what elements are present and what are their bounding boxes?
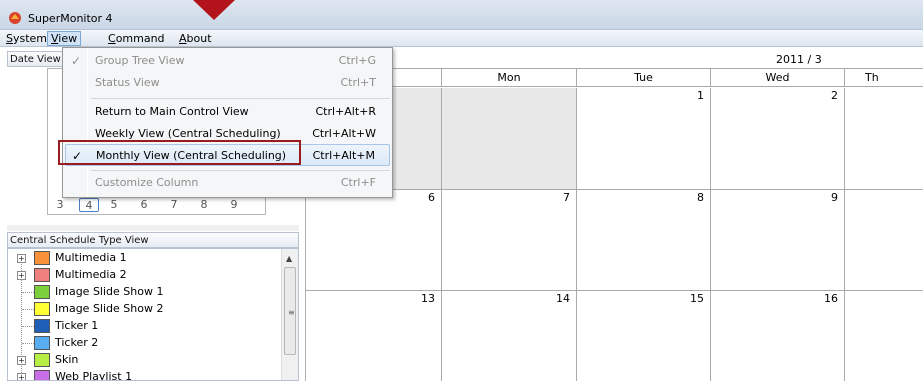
weekday-header-thu: Th: [845, 69, 923, 87]
monthly-calendar: 2011 / 3 Mon Tue Wed Th 1 2 6 7 8 9 13 1…: [305, 51, 923, 381]
tree-item-label: Multimedia 2: [55, 268, 127, 281]
calendar-day-cell[interactable]: 1: [577, 88, 711, 190]
menu-item-status-view[interactable]: Status View Ctrl+T: [63, 72, 392, 94]
color-swatch: [34, 268, 50, 282]
tree-item-label: Ticker 2: [55, 336, 99, 349]
tree-item-image-slide-show-1[interactable]: Image Slide Show 1: [8, 284, 278, 300]
calendar-day-cell[interactable]: [845, 291, 923, 381]
calendar-day-cell[interactable]: [845, 190, 923, 291]
weekday-header-tue: Tue: [577, 69, 711, 87]
tree-connector: [22, 343, 34, 344]
calendar-day-cell[interactable]: [442, 88, 577, 190]
tree-item-multimedia-2[interactable]: + Multimedia 2: [8, 267, 278, 283]
mini-calendar-day-today[interactable]: 4: [79, 198, 99, 212]
checkmark-icon: ✓: [71, 54, 82, 68]
tree-item-image-slide-show-2[interactable]: Image Slide Show 2: [8, 301, 278, 317]
menu-separator: [91, 98, 390, 99]
tree-connector: [22, 326, 34, 327]
menu-view[interactable]: View: [47, 31, 82, 46]
calendar-month-label: 2011 / 3: [306, 51, 923, 69]
app-logo-icon: [9, 12, 21, 24]
menu-system[interactable]: System: [3, 31, 50, 46]
mini-calendar-day[interactable]: 8: [194, 198, 214, 211]
menu-command[interactable]: Command: [105, 31, 168, 46]
tree-connector: [22, 309, 34, 310]
calendar-day-cell[interactable]: 9: [711, 190, 845, 291]
schedule-type-tree: + Multimedia 1 + Multimedia 2 Image Slid…: [7, 248, 299, 381]
mini-calendar-day[interactable]: 9: [224, 198, 244, 211]
mini-calendar-row: 3 4 5 6 7 8 9: [50, 198, 266, 214]
color-swatch: [34, 370, 50, 380]
pane-splitter[interactable]: [7, 225, 299, 231]
tree-item-label: Multimedia 1: [55, 251, 127, 264]
day-number: 9: [831, 191, 838, 204]
tree-item-ticker-2[interactable]: Ticker 2: [8, 335, 278, 351]
mini-calendar-day[interactable]: 3: [50, 198, 70, 211]
color-swatch: [34, 353, 50, 367]
title-bar: SuperMonitor 4: [0, 0, 923, 30]
calendar-day-cell[interactable]: 15: [577, 291, 711, 381]
calendar-day-cell[interactable]: 7: [442, 190, 577, 291]
view-menu-dropdown: ✓ Group Tree View Ctrl+G Status View Ctr…: [62, 47, 393, 198]
calendar-day-cell[interactable]: 13: [306, 291, 442, 381]
day-number: 7: [563, 191, 570, 204]
day-number: 13: [421, 292, 435, 305]
schedule-type-header: Central Schedule Type View: [7, 232, 299, 248]
calendar-day-cell[interactable]: [845, 88, 923, 190]
tree-item-multimedia-1[interactable]: + Multimedia 1: [8, 250, 278, 266]
callout-arrow-icon: [193, 0, 235, 20]
menu-about[interactable]: About: [176, 31, 215, 46]
weekday-header-wed: Wed: [711, 69, 845, 87]
expand-icon[interactable]: +: [17, 373, 26, 380]
tree-item-ticker-1[interactable]: Ticker 1: [8, 318, 278, 334]
day-number: 14: [556, 292, 570, 305]
day-number: 6: [428, 191, 435, 204]
menu-item-group-tree-view[interactable]: ✓ Group Tree View Ctrl+G: [63, 50, 392, 72]
tree-scrollbar[interactable]: ▲ ≡: [281, 249, 298, 380]
color-swatch: [34, 302, 50, 316]
mini-calendar-day[interactable]: 7: [164, 198, 184, 211]
menu-separator: [91, 170, 390, 171]
grip-icon: ≡: [288, 308, 295, 317]
scrollbar-thumb[interactable]: ≡: [284, 267, 296, 355]
day-number: 1: [697, 89, 704, 102]
calendar-day-cell[interactable]: 14: [442, 291, 577, 381]
tree-item-web-playlist-1[interactable]: + Web Playlist 1: [8, 369, 278, 381]
tree-item-label: Ticker 1: [55, 319, 99, 332]
tree-item-skin[interactable]: + Skin: [8, 352, 278, 368]
tree-item-label: Image Slide Show 2: [55, 302, 164, 315]
menu-item-return-main-control[interactable]: Return to Main Control View Ctrl+Alt+R: [63, 101, 392, 123]
expand-icon[interactable]: +: [17, 356, 26, 365]
mini-calendar-day[interactable]: 5: [104, 198, 124, 211]
calendar-day-cell[interactable]: 2: [711, 88, 845, 190]
highlight-annotation-box: [58, 140, 301, 165]
day-number: 2: [831, 89, 838, 102]
tree-item-label: Web Playlist 1: [55, 370, 133, 381]
menu-item-customize-column[interactable]: Customize Column Ctrl+F: [63, 172, 392, 194]
color-swatch: [34, 336, 50, 350]
calendar-day-cell[interactable]: 16: [711, 291, 845, 381]
tree-connector: [22, 292, 34, 293]
calendar-day-cell[interactable]: 8: [577, 190, 711, 291]
window-title: SuperMonitor 4: [28, 12, 113, 25]
tree-item-label: Image Slide Show 1: [55, 285, 164, 298]
day-number: 15: [690, 292, 704, 305]
color-swatch: [34, 319, 50, 333]
day-number: 8: [697, 191, 704, 204]
weekday-header-mon: Mon: [442, 69, 577, 87]
calendar-day-cell[interactable]: 6: [306, 190, 442, 291]
expand-icon[interactable]: +: [17, 271, 26, 280]
expand-icon[interactable]: +: [17, 254, 26, 263]
color-swatch: [34, 251, 50, 265]
mini-calendar-day[interactable]: 6: [134, 198, 154, 211]
scroll-up-icon[interactable]: ▲: [286, 254, 292, 263]
menu-bar: System View Command About: [0, 30, 923, 47]
tree-item-label: Skin: [55, 353, 79, 366]
day-number: 16: [824, 292, 838, 305]
color-swatch: [34, 285, 50, 299]
